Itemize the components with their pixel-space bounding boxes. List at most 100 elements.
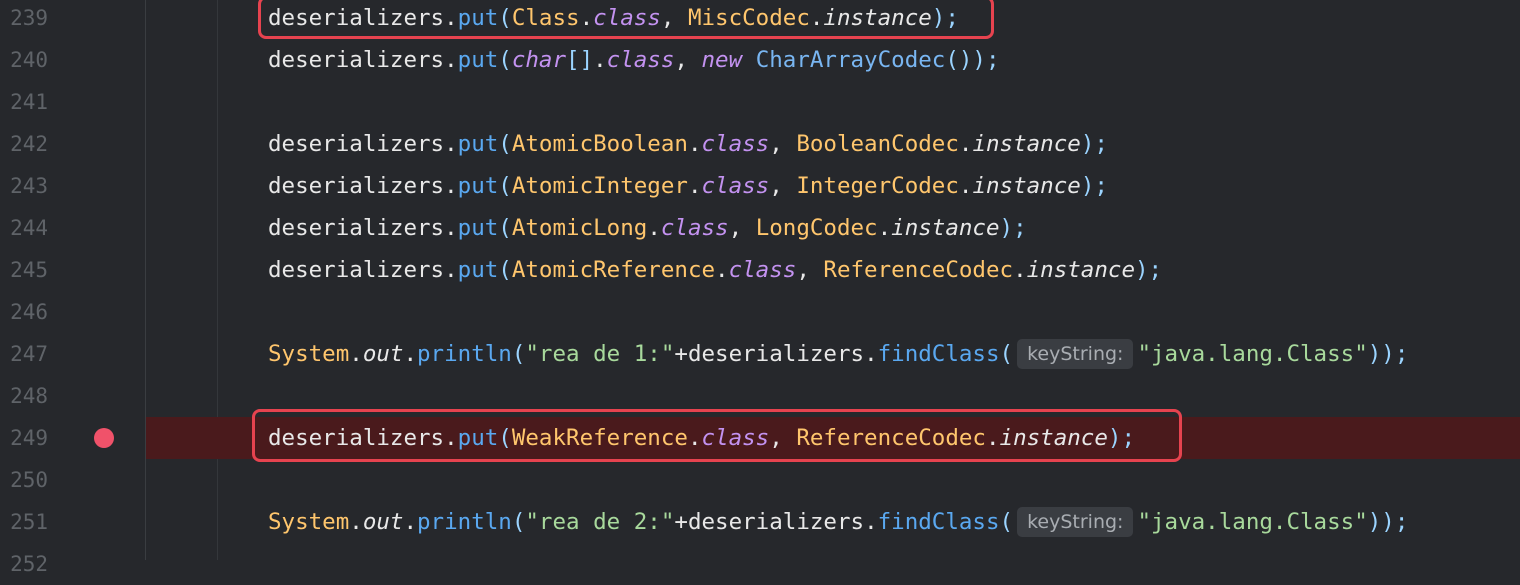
code-token: . [864,341,878,367]
code-token: ( [498,173,512,199]
code-token: findClass [877,509,1000,535]
code-token: ); [1080,131,1108,157]
code-line-251[interactable]: 251 System.out.println("rea de 2:"+deseri… [0,501,1520,543]
code-token: AtomicReference [511,257,716,283]
code-text[interactable]: deserializers.put(AtomicReference.class,… [268,249,1162,291]
code-text[interactable]: System.out.println("rea de 2:"+deseriali… [268,501,1408,543]
code-token: deserializers [687,509,865,535]
code-line-245[interactable]: 245 deserializers.put(AtomicReference.cla… [0,249,1520,291]
code-token: out [362,509,404,535]
code-text[interactable]: deserializers.put(AtomicLong.class, Long… [268,207,1027,249]
line-number[interactable]: 246 [0,291,48,333]
code-token: . [1013,257,1027,283]
parameter-hint: keyString: [1017,339,1134,369]
code-token: char [511,47,567,73]
code-line-242[interactable]: 242 deserializers.put(AtomicBoolean.class… [0,123,1520,165]
code-token: deserializers [268,257,445,283]
code-token: System [268,341,350,367]
code-token: LongCodec [755,215,878,241]
code-line-252[interactable]: 252 [0,543,1520,585]
code-token: ( [498,131,512,157]
code-token: . [647,215,661,241]
code-line-247[interactable]: 247 System.out.println("rea de 1:"+deseri… [0,333,1520,375]
code-token: + [674,509,688,535]
code-line-250[interactable]: 250 [0,459,1520,501]
code-token: instance [891,215,1000,241]
line-number[interactable]: 248 [0,375,48,417]
code-token: class [728,257,797,283]
code-line-244[interactable]: 244 deserializers.put(AtomicLong.class, L… [0,207,1520,249]
line-number[interactable]: 252 [0,543,48,585]
code-token: put [457,47,499,73]
code-token: AtomicBoolean [511,131,688,157]
code-token: instance [972,173,1081,199]
code-token: println [417,509,512,535]
code-token: ( [511,341,526,367]
code-token: , [728,215,756,241]
code-token: deserializers [268,215,445,241]
line-number[interactable]: 242 [0,123,48,165]
code-token: BooleanCodec [796,131,959,157]
line-number[interactable]: 244 [0,207,48,249]
line-number[interactable]: 243 [0,165,48,207]
code-token: "rea de 1:" [525,341,675,367]
code-token: AtomicLong [511,215,648,241]
code-token: )); [1367,509,1409,535]
code-token: . [958,131,973,157]
code-token: , [674,47,702,73]
code-text[interactable]: System.out.println("rea de 1:"+deseriali… [268,333,1408,375]
code-token: . [444,257,458,283]
code-token: ); [1080,173,1108,199]
code-token: . [877,215,892,241]
code-token: findClass [877,341,1000,367]
code-token: instance [1026,257,1135,283]
line-number[interactable]: 249 [0,417,48,459]
line-number[interactable]: 241 [0,81,48,123]
code-token: deserializers [268,131,445,157]
code-token: put [457,131,499,157]
code-line-241[interactable]: 241 [0,81,1520,123]
breakpoint-icon[interactable] [94,428,114,448]
code-token: . [444,173,458,199]
code-token: class [606,47,675,73]
code-token: IntegerCodec [796,173,959,199]
code-token: . [687,173,702,199]
code-token: , [769,131,797,157]
code-token: "java.lang.Class" [1137,341,1368,367]
code-token: ( [999,341,1014,367]
code-token: deserializers [268,173,445,199]
code-token: . [715,257,729,283]
parameter-hint: keyString: [1017,507,1134,537]
line-number[interactable]: 239 [0,0,48,39]
code-token: . [444,131,458,157]
line-number[interactable]: 251 [0,501,48,543]
code-editor[interactable]: 239 deserializers.put(Class.class, MiscCo… [0,0,1520,576]
code-line-243[interactable]: 243 deserializers.put(AtomicInteger.class… [0,165,1520,207]
code-line-246[interactable]: 246 [0,291,1520,333]
code-token: System [268,509,350,535]
highlight-box-line-239 [258,0,994,39]
code-token: ()); [945,47,1000,73]
code-token: AtomicInteger [511,173,688,199]
code-text[interactable]: deserializers.put(AtomicBoolean.class, B… [268,123,1108,165]
code-line-240[interactable]: 240 deserializers.put(char[].class, new C… [0,39,1520,81]
code-text[interactable]: deserializers.put(char[].class, new Char… [268,39,1000,81]
code-token: class [701,173,770,199]
code-token: ( [999,509,1014,535]
line-number[interactable]: 240 [0,39,48,81]
line-number[interactable]: 245 [0,249,48,291]
code-token: . [349,341,363,367]
code-token: class [701,131,770,157]
line-number[interactable]: 250 [0,459,48,501]
code-token: . [593,47,607,73]
code-token: deserializers [268,47,445,73]
code-token: "java.lang.Class" [1137,509,1368,535]
line-number[interactable]: 247 [0,333,48,375]
code-token: ( [498,215,512,241]
code-text[interactable]: deserializers.put(AtomicInteger.class, I… [268,165,1108,207]
code-token: , [769,173,797,199]
code-token: println [417,341,512,367]
code-token: . [687,131,702,157]
code-token: [] [566,47,594,73]
